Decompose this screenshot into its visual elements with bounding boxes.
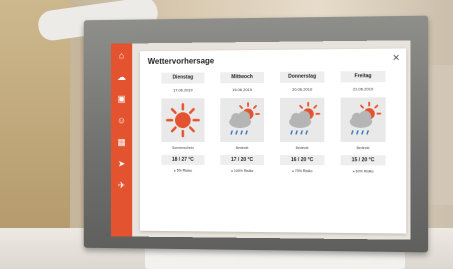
send-icon[interactable]: ➤	[115, 158, 129, 170]
day-date: 20.06.2019	[292, 86, 313, 92]
weather-description: Bedeckt	[295, 146, 309, 151]
sun-cloud-rain-icon	[229, 102, 260, 136]
raindrop-icon: ●	[230, 168, 233, 173]
day-date: 19.06.2019	[232, 87, 253, 93]
temperature-range: 18 / 27 °C	[161, 154, 205, 165]
weather-tile	[280, 97, 325, 143]
forecast-day: Mittwoch 19.06.2019 Bedeckt 17 / 20 °C ●…	[220, 71, 264, 222]
raindrop-icon: ●	[291, 169, 294, 174]
rain-chance-value: 100% Risiko	[233, 168, 254, 173]
raindrop-icon: ●	[352, 169, 355, 174]
plane-icon[interactable]: ✈	[115, 179, 129, 191]
sun-icon	[161, 98, 204, 142]
cloud-icon[interactable]: ☁	[115, 71, 129, 83]
sidebar: ⌂ ☁ ▣ ☺ ▦ ➤ ✈	[110, 43, 133, 237]
sun-cloud-rain-icon	[341, 97, 386, 142]
rain-chance: ● 70% Risiko	[280, 169, 324, 173]
weather-tile	[161, 98, 205, 142]
home-icon[interactable]: ⌂	[115, 49, 129, 61]
dialog-title: Wettervorhersage	[147, 56, 215, 66]
rain-chance-value: 5% Risiko	[176, 168, 193, 173]
weather-description: Bedeckt	[235, 145, 249, 150]
weather-tile	[220, 97, 264, 143]
weather-tile	[340, 97, 386, 143]
close-button[interactable]: ✕	[392, 53, 400, 64]
weather-description: Sonnenschein	[171, 145, 194, 150]
day-name: Donnerstag	[280, 71, 325, 83]
day-name: Freitag	[340, 70, 386, 83]
rain-chance: ● 60% Risiko	[341, 169, 386, 173]
monitor-screen: ⌂ ☁ ▣ ☺ ▦ ➤ ✈ Wettervorhersage ✕ Diensta…	[110, 40, 411, 240]
transport-icon[interactable]: ▣	[115, 93, 129, 105]
temperature-range: 17 / 20 °C	[220, 154, 264, 166]
calendar-icon[interactable]: ▦	[115, 136, 129, 148]
rain-chance: ● 5% Risiko	[161, 169, 204, 173]
raindrop-icon: ●	[173, 168, 176, 173]
temperature-range: 15 / 20 °C	[340, 155, 386, 166]
forecast-day: Dienstag 17.06.2019 Sonnenschein 18 / 27…	[161, 72, 205, 221]
temperature-range: 16 / 20 °C	[280, 155, 325, 166]
forecast-day: Donnerstag 20.06.2019 Bedeckt 16 / 20 °C…	[280, 71, 325, 222]
day-name: Dienstag	[161, 72, 205, 84]
weather-description: Bedeckt	[356, 146, 370, 151]
rain-chance-value: 60% Risiko	[355, 169, 374, 174]
rain-chance: ● 100% Risiko	[220, 169, 264, 173]
weather-dialog: Wettervorhersage ✕ Dienstag 17.06.2019 S…	[139, 48, 407, 234]
rain-chance-value: 70% Risiko	[294, 169, 313, 174]
forecast-day: Freitag 21.06.2019 Bedeckt 15 / 20 °C ● …	[340, 70, 386, 223]
sun-cloud-rain-icon	[280, 98, 324, 142]
day-date: 17.06.2019	[173, 87, 193, 93]
day-date: 21.06.2019	[352, 86, 374, 92]
day-name: Mittwoch	[220, 71, 264, 84]
people-icon[interactable]: ☺	[115, 114, 129, 126]
